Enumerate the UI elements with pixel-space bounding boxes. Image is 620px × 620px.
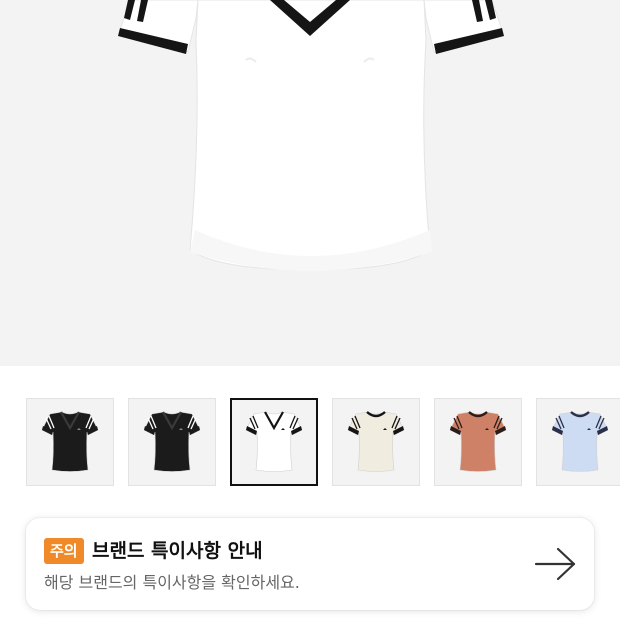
light-blue-crew-tshirt-thumb — [551, 411, 609, 472]
white-v-neck-tshirt-thumb — [245, 411, 303, 472]
cream-crew-tshirt-thumb — [347, 411, 405, 472]
product-thumbnail-list — [0, 398, 620, 488]
salmon-crew-tshirt-thumb — [449, 411, 507, 472]
brand-notice-card[interactable]: 주의 브랜드 특이사항 안내 해당 브랜드의 특이사항을 확인하세요. — [26, 518, 594, 610]
thumbnail-6[interactable] — [536, 398, 620, 486]
thumbnail-3[interactable] — [230, 398, 318, 486]
product-image-area — [0, 0, 620, 366]
arrow-right-icon — [534, 547, 576, 581]
thumbnail-2[interactable] — [128, 398, 216, 486]
thumbnail-5[interactable] — [434, 398, 522, 486]
notice-title: 브랜드 특이사항 안내 — [92, 540, 263, 562]
white-v-neck-tshirt-image — [118, 0, 504, 271]
notice-subtitle: 해당 브랜드의 특이사항을 확인하세요. — [44, 573, 300, 592]
thumbnail-4[interactable] — [332, 398, 420, 486]
black-v-neck-tshirt-thumb — [41, 411, 99, 472]
thumbnail-1[interactable] — [26, 398, 114, 486]
black-v-neck-tshirt-thumb — [143, 411, 201, 472]
caution-badge: 주의 — [44, 538, 84, 564]
